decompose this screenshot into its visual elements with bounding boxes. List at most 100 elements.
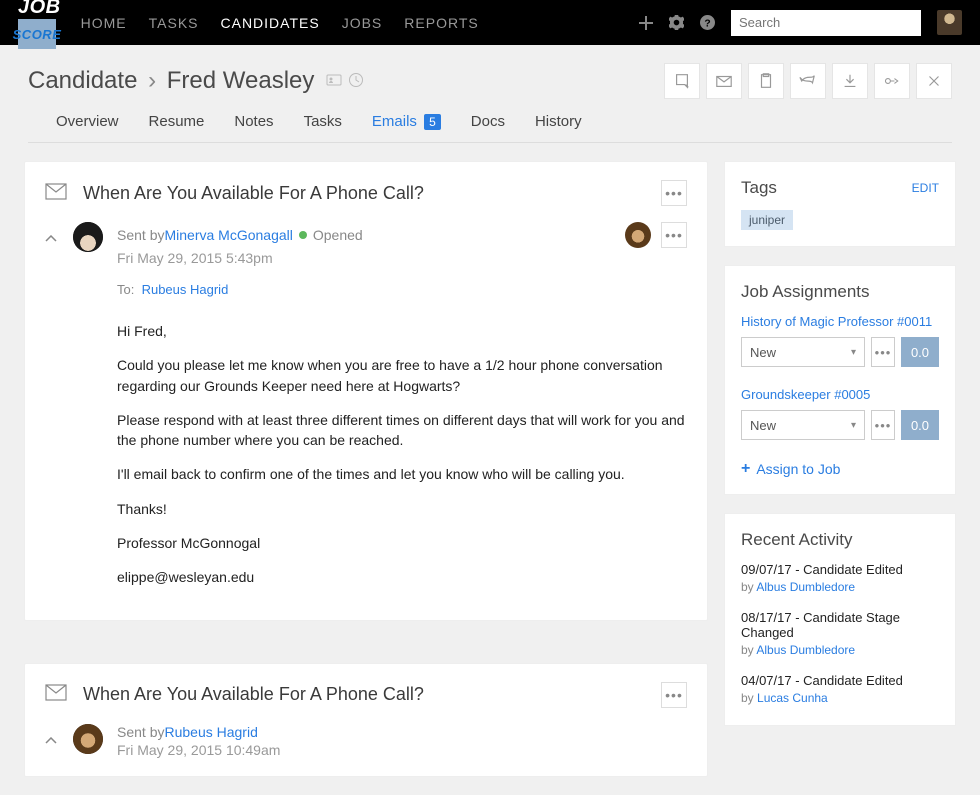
email-date: Fri May 29, 2015 5:43pm [117, 250, 687, 266]
email-to: To: Rubeus Hagrid [117, 282, 687, 297]
email-date: Fri May 29, 2015 10:49am [117, 742, 687, 758]
sent-by-label: Sent by [117, 227, 164, 243]
reject-button[interactable] [874, 63, 910, 99]
help-icon[interactable]: ? [700, 15, 715, 30]
tab-resume[interactable]: Resume [149, 113, 205, 142]
tags-title: Tags [741, 178, 777, 198]
nav-links: HOME TASKS CANDIDATES JOBS REPORTS [81, 15, 639, 31]
job-link[interactable]: Groundskeeper #0005 [741, 387, 939, 402]
collapse-toggle[interactable] [45, 724, 59, 758]
status-dot-icon [299, 231, 307, 239]
tag-chip[interactable]: juniper [741, 210, 793, 230]
job-assignments-title: Job Assignments [741, 282, 870, 302]
sent-by-label: Sent by [117, 724, 164, 740]
job-score[interactable]: 0.0 [901, 410, 939, 440]
envelope-icon [45, 183, 67, 204]
stage-select[interactable]: New▾ [741, 410, 865, 440]
download-button[interactable] [832, 63, 868, 99]
logo[interactable]: JOBSCORE [18, 0, 61, 49]
plus-icon: + [741, 460, 750, 478]
email-subject: When Are You Available For A Phone Call? [83, 684, 645, 705]
recipient-avatar[interactable] [625, 222, 651, 248]
email-status: Opened [313, 227, 363, 243]
nav-jobs[interactable]: JOBS [342, 15, 383, 31]
logo-score: SCORE [18, 19, 56, 49]
activity-user-link[interactable]: Albus Dumbledore [756, 643, 855, 657]
header-meta-icons [326, 72, 364, 91]
contact-card-icon[interactable] [326, 72, 342, 91]
job-link[interactable]: History of Magic Professor #0011 [741, 314, 939, 329]
clock-icon[interactable] [348, 72, 364, 91]
clipboard-button[interactable] [748, 63, 784, 99]
logo-job: JOB [18, 0, 61, 18]
assign-to-job-button[interactable]: + Assign to Job [741, 460, 939, 478]
add-icon[interactable] [639, 16, 653, 30]
nav-reports[interactable]: REPORTS [404, 15, 478, 31]
nav-home[interactable]: HOME [81, 15, 127, 31]
sender-link[interactable]: Rubeus Hagrid [164, 724, 257, 740]
nav-tasks[interactable]: TASKS [149, 15, 199, 31]
chevron-down-icon: ▾ [851, 420, 856, 431]
to-label: To: [117, 282, 134, 297]
job-assignments-card: Job Assignments History of Magic Profess… [724, 265, 956, 495]
emails-badge: 5 [424, 114, 441, 130]
activity-by-label: by [741, 643, 756, 657]
stage-select[interactable]: New▾ [741, 337, 865, 367]
email-body-line: Hi Fred, [117, 321, 687, 341]
email-button[interactable] [706, 63, 742, 99]
chevron-down-icon: ▾ [851, 347, 856, 358]
sidebar: Tags EDIT juniper Job Assignments Histor… [724, 161, 956, 726]
tab-tasks[interactable]: Tasks [304, 113, 342, 142]
activity-item: 04/07/17 - Candidate Edited by Lucas Cun… [741, 673, 939, 705]
email-body-line: Please respond with at least three diffe… [117, 410, 687, 451]
top-nav: JOBSCORE HOME TASKS CANDIDATES JOBS REPO… [0, 0, 980, 45]
activity-user-link[interactable]: Albus Dumbledore [756, 580, 855, 594]
email-body-line: elippe@wesleyan.edu [117, 567, 687, 587]
nav-right: ? [639, 10, 962, 36]
tab-emails[interactable]: Emails 5 [372, 113, 441, 142]
activity-title: 08/17/17 - Candidate Stage Changed [741, 610, 939, 640]
activity-user-link[interactable]: Lucas Cunha [757, 691, 828, 705]
search-box [731, 10, 921, 36]
email-more-button[interactable]: ••• [661, 682, 687, 708]
user-avatar[interactable] [937, 10, 962, 35]
tags-card: Tags EDIT juniper [724, 161, 956, 247]
nav-candidates[interactable]: CANDIDATES [221, 15, 320, 31]
activity-by-label: by [741, 580, 756, 594]
sender-link[interactable]: Minerva McGonagall [164, 227, 292, 243]
to-recipient-link[interactable]: Rubeus Hagrid [142, 282, 229, 297]
collapse-toggle[interactable] [45, 222, 59, 602]
email-subject: When Are You Available For A Phone Call? [83, 183, 645, 204]
message-more-button[interactable]: ••• [661, 222, 687, 248]
tab-overview[interactable]: Overview [56, 113, 119, 142]
gear-icon[interactable] [669, 15, 684, 30]
close-button[interactable] [916, 63, 952, 99]
header-actions [664, 63, 952, 99]
recent-activity-card: Recent Activity 09/07/17 - Candidate Edi… [724, 513, 956, 726]
activity-title: 09/07/17 - Candidate Edited [741, 562, 939, 577]
activity-title: 04/07/17 - Candidate Edited [741, 673, 939, 688]
tab-notes[interactable]: Notes [234, 113, 273, 142]
job-score[interactable]: 0.0 [901, 337, 939, 367]
search-input[interactable] [739, 15, 913, 30]
activity-item: 09/07/17 - Candidate Edited by Albus Dum… [741, 562, 939, 594]
email-more-button[interactable]: ••• [661, 180, 687, 206]
svg-text:?: ? [704, 18, 710, 29]
job-more-button[interactable]: ••• [871, 410, 895, 440]
note-button[interactable] [664, 63, 700, 99]
tab-docs[interactable]: Docs [471, 113, 505, 142]
job-more-button[interactable]: ••• [871, 337, 895, 367]
share-button[interactable] [790, 63, 826, 99]
activity-by-label: by [741, 691, 757, 705]
email-thread: When Are You Available For A Phone Call?… [24, 663, 708, 777]
chevron-right-icon: › [148, 67, 156, 94]
breadcrumb-root[interactable]: Candidate [28, 67, 137, 94]
email-body-line: Professor McGonnogal [117, 533, 687, 553]
edit-tags-button[interactable]: EDIT [912, 181, 939, 195]
breadcrumb: Candidate › Fred Weasley [28, 67, 314, 95]
sender-avatar[interactable] [73, 724, 103, 754]
sender-avatar[interactable] [73, 222, 103, 252]
page-header: Candidate › Fred Weasley Overview Resume… [0, 45, 980, 143]
activity-item: 08/17/17 - Candidate Stage Changed by Al… [741, 610, 939, 657]
tab-history[interactable]: History [535, 113, 582, 142]
